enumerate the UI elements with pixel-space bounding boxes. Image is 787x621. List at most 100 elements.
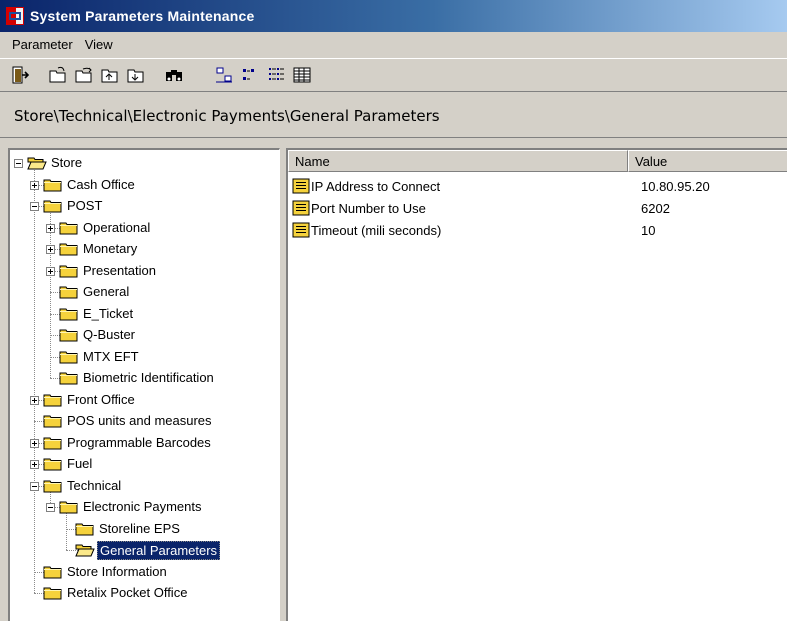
menu-bar: Parameter View <box>0 32 787 56</box>
tree-node-e-ticket[interactable]: E_Ticket <box>10 304 279 325</box>
tree-node-pos-units[interactable]: POS units and measures <box>10 411 279 432</box>
tree-node-fuel[interactable]: Fuel <box>10 454 279 475</box>
tree-node-technical[interactable]: Technical <box>10 476 279 497</box>
tree-node-label: Biometric Identification <box>83 370 214 385</box>
tree-node-label: Retalix Pocket Office <box>67 585 188 600</box>
open-folder-icon <box>27 156 47 170</box>
folder-icon <box>43 393 63 407</box>
tree-node-monetary[interactable]: Monetary <box>10 239 279 260</box>
folder-icon <box>43 414 63 428</box>
parameter-value: 10 <box>641 222 656 238</box>
tree-node-pocket-office[interactable]: Retalix Pocket Office <box>10 583 279 604</box>
parameter-name: Port Number to Use <box>311 200 426 216</box>
folder-icon <box>59 500 79 514</box>
folder-icon <box>59 285 79 299</box>
app-icon <box>6 7 24 25</box>
folder-icon <box>43 178 63 192</box>
tree-node-label: Store <box>51 155 83 170</box>
parameter-icon <box>292 222 310 238</box>
tree-node-electronic-payments[interactable]: Electronic Payments <box>10 497 279 518</box>
parameter-row[interactable]: IP Address to Connect 10.80.95.20 <box>288 175 710 197</box>
folder-icon <box>59 328 79 342</box>
tree-node-label: Cash Office <box>67 176 135 192</box>
open-folder-icon[interactable] <box>46 63 70 87</box>
column-header-name[interactable]: Name <box>288 150 628 172</box>
expand-icon[interactable] <box>30 395 39 405</box>
window-title: System Parameters Maintenance <box>30 8 255 24</box>
parameter-name: IP Address to Connect <box>311 178 441 194</box>
exit-door-icon[interactable] <box>8 63 32 87</box>
large-icons-view-icon[interactable] <box>212 63 236 87</box>
folder-arrow-icon[interactable] <box>72 63 96 87</box>
expand-icon[interactable] <box>46 245 55 254</box>
expand-icon[interactable] <box>30 180 39 190</box>
collapse-icon[interactable] <box>30 202 39 211</box>
tree-node-label: Monetary <box>83 241 138 256</box>
path-bar: Store\Technical\Electronic Payments\Gene… <box>0 94 787 138</box>
tree-node-label: Electronic Payments <box>83 499 202 514</box>
expand-icon[interactable] <box>46 223 55 233</box>
parameter-value: 6202 <box>641 200 670 216</box>
menu-view[interactable]: View <box>79 35 119 54</box>
tree-node-store-information[interactable]: Store Information <box>10 562 279 583</box>
list-view-icon[interactable] <box>264 63 288 87</box>
tree-node-q-buster[interactable]: Q-Buster <box>10 325 279 346</box>
tree-node-presentation[interactable]: Presentation <box>10 261 279 282</box>
tree-node-label: Fuel <box>67 456 93 471</box>
tree-node-storeline-eps[interactable]: Storeline EPS <box>10 519 279 540</box>
tree-node-label: Technical <box>67 477 122 493</box>
folder-icon <box>75 522 95 536</box>
folder-icon <box>59 371 79 385</box>
tree-node-mtx-eft[interactable]: MTX EFT <box>10 347 279 368</box>
tree-node-operational[interactable]: Operational <box>10 218 279 239</box>
tree-node-label: Q-Buster <box>83 327 136 342</box>
collapse-icon[interactable] <box>30 481 39 491</box>
folder-icon <box>43 457 63 471</box>
tree-node-label: Operational <box>83 219 151 235</box>
tree-node-label: Presentation <box>83 262 156 278</box>
tree-node-general-parameters[interactable]: General Parameters <box>10 540 279 561</box>
expand-icon[interactable] <box>46 266 55 276</box>
list-header: Name Value <box>288 150 787 172</box>
tree-node-label: POS units and measures <box>67 413 212 428</box>
tree-node-cash-office[interactable]: Cash Office <box>10 175 279 196</box>
small-icons-view-icon[interactable] <box>238 63 262 87</box>
parameter-row[interactable]: Timeout (mili seconds) 10 <box>288 219 655 241</box>
tree-node-biometric[interactable]: Biometric Identification <box>10 368 279 389</box>
parameter-icon <box>292 200 310 216</box>
menu-parameter[interactable]: Parameter <box>6 35 79 54</box>
parameter-value: 10.80.95.20 <box>641 178 710 194</box>
tree-node-store[interactable]: Store <box>10 153 279 174</box>
folder-icon <box>43 436 63 450</box>
tree-node-barcodes[interactable]: Programmable Barcodes <box>10 433 279 454</box>
collapse-icon[interactable] <box>46 503 55 512</box>
tree-pane[interactable]: Store Cash Office POST Operational Monetary P… <box>8 148 280 621</box>
tree-node-general[interactable]: General <box>10 282 279 303</box>
tree-node-label: Store Information <box>67 563 167 579</box>
open-folder-icon <box>75 543 95 557</box>
folder-icon <box>43 199 63 213</box>
parameter-row[interactable]: Port Number to Use 6202 <box>288 197 670 219</box>
folder-icon <box>43 479 63 493</box>
expand-icon[interactable] <box>30 460 39 469</box>
parameter-name: Timeout (mili seconds) <box>311 222 442 238</box>
folder-icon <box>59 350 79 364</box>
expand-icon[interactable] <box>30 438 39 448</box>
tree-node-front-office[interactable]: Front Office <box>10 390 279 411</box>
folder-down-icon[interactable] <box>124 63 148 87</box>
folder-icon <box>59 221 79 235</box>
details-view-icon[interactable] <box>290 63 314 87</box>
tree-node-label: E_Ticket <box>83 305 134 321</box>
folder-up-icon[interactable] <box>98 63 122 87</box>
folder-icon <box>43 586 63 600</box>
tree-node-label: Programmable Barcodes <box>67 434 211 450</box>
folder-icon <box>59 264 79 278</box>
collapse-icon[interactable] <box>14 159 23 168</box>
folder-icon <box>59 242 79 256</box>
current-path: Store\Technical\Electronic Payments\Gene… <box>14 106 440 125</box>
column-header-value[interactable]: Value <box>628 150 787 172</box>
binoculars-icon[interactable] <box>162 63 186 87</box>
folder-icon <box>59 307 79 321</box>
tree-node-post[interactable]: POST <box>10 196 279 217</box>
parameter-list[interactable]: Name Value IP Address to Connect 10.80.95… <box>286 148 787 621</box>
